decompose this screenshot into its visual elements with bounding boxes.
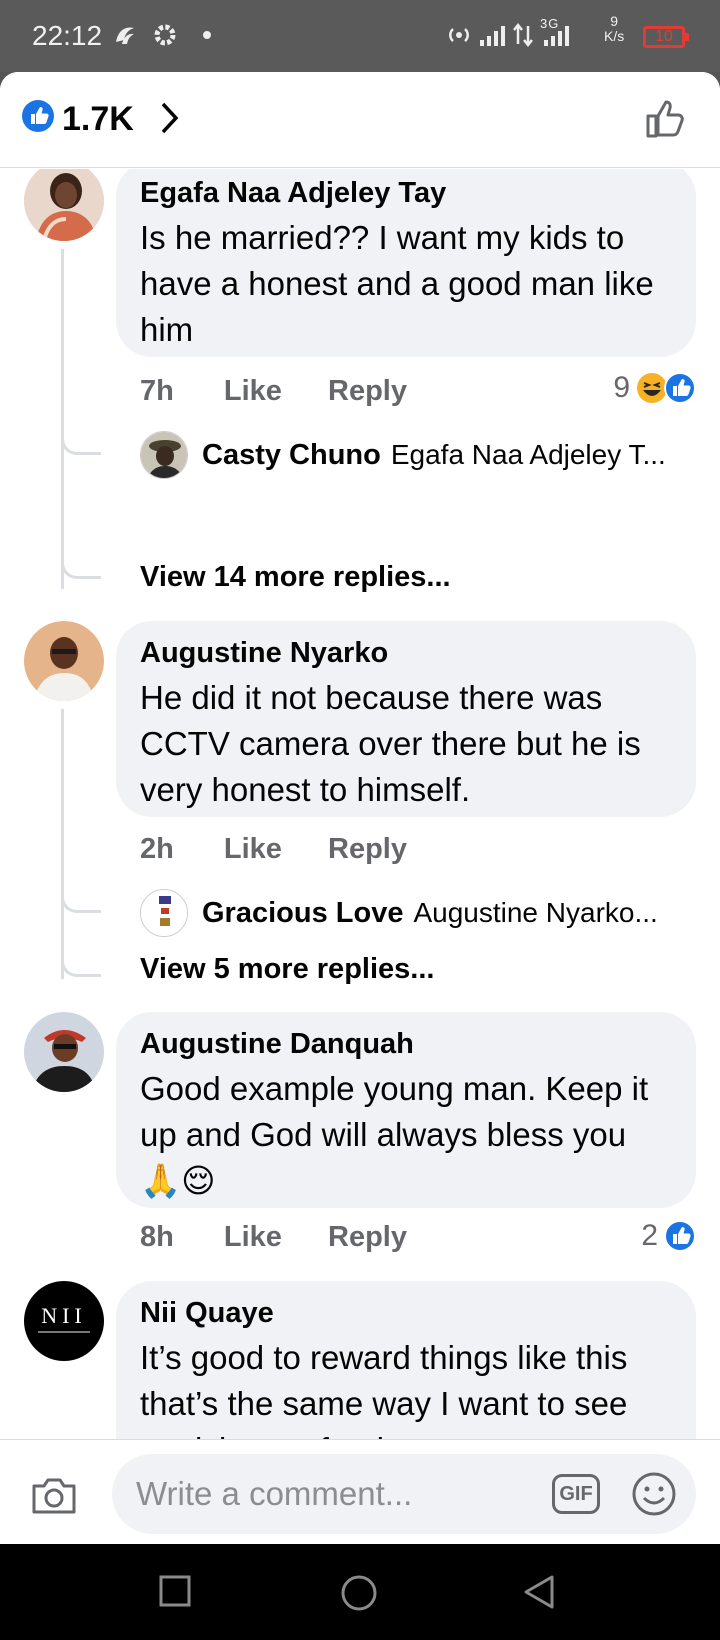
speed-unit: K/s xyxy=(604,28,625,44)
speed-value: 9 xyxy=(610,13,619,29)
signal-bars-icon xyxy=(480,26,505,46)
comment-author[interactable]: Nii Quaye xyxy=(140,1295,672,1331)
like-comment-button[interactable]: Like xyxy=(224,1221,282,1253)
signal-bars-2-icon xyxy=(544,26,569,46)
user-photo xyxy=(141,890,187,936)
status-time: 22:12 xyxy=(32,20,103,51)
user-photo xyxy=(24,1012,104,1092)
thread-branch xyxy=(61,889,101,913)
like-comment-button[interactable]: Like xyxy=(224,375,282,407)
reply-text: Egafa Naa Adjeley T... xyxy=(390,439,666,470)
reply-preview[interactable]: Gracious Love Augustine Nyarko... xyxy=(140,889,700,937)
gif-button[interactable]: GIF xyxy=(552,1474,600,1514)
reply-avatar[interactable] xyxy=(140,431,188,479)
thread-branch xyxy=(61,549,101,579)
more-notifications-dot-icon xyxy=(203,31,211,39)
avatar-logo-text: NII xyxy=(41,1303,87,1328)
reply-author[interactable]: Gracious Love xyxy=(202,897,403,930)
avatar[interactable] xyxy=(24,169,104,241)
comment-author[interactable]: Egafa Naa Adjeley Tay xyxy=(140,175,672,211)
comment-input[interactable] xyxy=(136,1472,516,1516)
reply-button[interactable]: Reply xyxy=(328,375,407,407)
avatar-logo-underline xyxy=(38,1331,90,1333)
reply-button[interactable]: Reply xyxy=(328,1221,407,1253)
view-more-replies[interactable]: View 14 more replies... xyxy=(140,561,451,594)
comment-composer: GIF xyxy=(0,1439,720,1544)
comment-time[interactable]: 7h xyxy=(140,375,174,407)
comment-bubble[interactable]: Augustine Danquah Good example young man… xyxy=(116,1012,696,1208)
user-photo xyxy=(141,432,187,478)
comments-sheet: 1.7K Egafa Naa Adjeley Tay Is he married… xyxy=(0,72,720,1544)
chevron-right-icon[interactable] xyxy=(158,100,182,136)
comment-bubble[interactable]: Egafa Naa Adjeley Tay Is he married?? I … xyxy=(116,169,696,357)
camera-icon[interactable] xyxy=(30,1474,78,1516)
like-reaction-icon xyxy=(664,1220,696,1252)
home-icon[interactable] xyxy=(340,1574,378,1612)
avatar[interactable] xyxy=(24,1012,104,1092)
reply-preview[interactable]: Casty Chuno Egafa Naa Adjeley T... xyxy=(140,431,700,479)
reactions-header: 1.7K xyxy=(0,72,720,168)
network-speed: 9 K/s xyxy=(604,14,624,44)
comment-box[interactable]: GIF xyxy=(112,1454,696,1534)
battery-indicator: 10 xyxy=(643,26,689,48)
hotspot-icon xyxy=(449,28,469,42)
comment-reactions[interactable]: 9 xyxy=(613,371,696,405)
notification-app-icon xyxy=(116,27,134,44)
reply-avatar[interactable] xyxy=(140,889,188,937)
reply-text: Augustine Nyarko... xyxy=(413,897,658,928)
view-more-replies[interactable]: View 5 more replies... xyxy=(140,953,434,986)
system-navigation-bar xyxy=(0,1544,720,1640)
comment-actions: 2h Like Reply xyxy=(140,833,445,866)
recent-apps-icon[interactable] xyxy=(158,1574,192,1608)
avatar[interactable] xyxy=(24,621,104,701)
thread-line xyxy=(61,249,64,589)
comment-text: He did it not because there was CCTV cam… xyxy=(140,679,641,808)
reply-button[interactable]: Reply xyxy=(328,833,407,865)
comment-actions: 7h Like Reply xyxy=(140,375,445,408)
thread-branch xyxy=(61,945,101,977)
comment-text: Good example young man. Keep it up and G… xyxy=(140,1070,649,1199)
comment-text: Is he married?? I want my kids to have a… xyxy=(140,219,654,348)
reaction-count: 9 xyxy=(613,371,630,404)
comment-text: It’s good to reward things like this tha… xyxy=(140,1339,628,1439)
comment-author[interactable]: Augustine Danquah xyxy=(140,1026,672,1062)
comment-actions: 8h Like Reply xyxy=(140,1221,445,1254)
comments-list: Egafa Naa Adjeley Tay Is he married?? I … xyxy=(0,169,720,1439)
comment-bubble[interactable]: Augustine Nyarko He did it not because t… xyxy=(116,621,696,817)
user-photo xyxy=(24,169,104,241)
back-icon[interactable] xyxy=(522,1574,556,1610)
settings-gear-icon xyxy=(154,24,176,46)
avatar[interactable]: NII xyxy=(24,1281,104,1361)
user-photo xyxy=(24,621,104,701)
thread-line xyxy=(61,709,64,979)
comment-bubble[interactable]: Nii Quaye It’s good to reward things lik… xyxy=(116,1281,696,1439)
like-reaction-icon xyxy=(664,372,696,404)
like-comment-button[interactable]: Like xyxy=(224,833,282,865)
status-bar: 22:12 3G 9 K/s 10 xyxy=(0,0,720,72)
like-post-button[interactable] xyxy=(644,96,688,140)
like-reaction-icon[interactable] xyxy=(22,100,54,132)
emoji-icon[interactable] xyxy=(630,1470,678,1518)
thread-branch xyxy=(61,429,101,455)
data-transfer-icon xyxy=(513,22,533,48)
comment-author[interactable]: Augustine Nyarko xyxy=(140,635,672,671)
reaction-count: 2 xyxy=(641,1219,658,1252)
thumbs-up-icon xyxy=(31,107,49,124)
like-count[interactable]: 1.7K xyxy=(62,100,134,139)
comment-time[interactable]: 2h xyxy=(140,833,174,865)
comment-time[interactable]: 8h xyxy=(140,1221,174,1253)
reply-author[interactable]: Casty Chuno xyxy=(202,439,381,472)
comment-reactions[interactable]: 2 xyxy=(641,1219,696,1253)
